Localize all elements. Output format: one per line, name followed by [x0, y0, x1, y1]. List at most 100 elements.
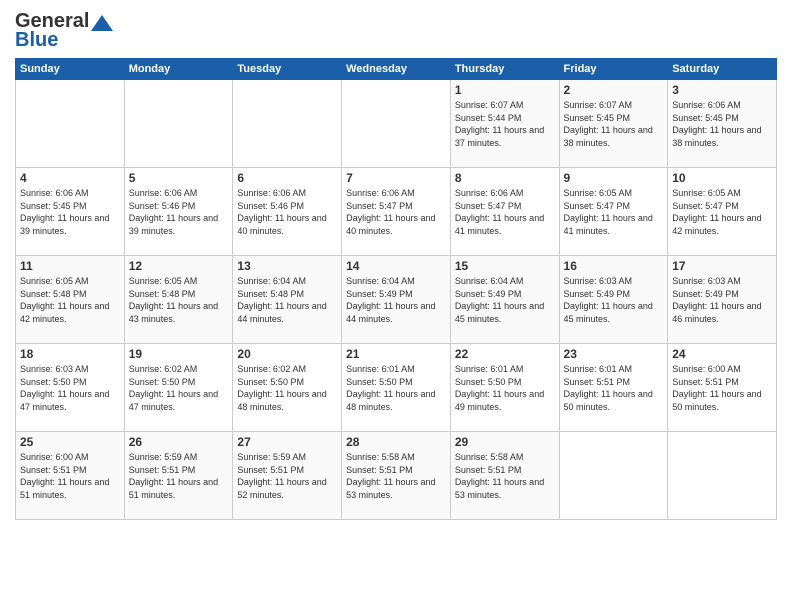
day-number: 13: [237, 259, 337, 273]
day-detail: Sunrise: 6:04 AMSunset: 5:49 PMDaylight:…: [346, 275, 446, 325]
weekday-header: Thursday: [450, 59, 559, 80]
calendar-cell: 12 Sunrise: 6:05 AMSunset: 5:48 PMDayligh…: [124, 256, 233, 344]
day-detail: Sunrise: 6:04 AMSunset: 5:48 PMDaylight:…: [237, 275, 337, 325]
calendar-week-row: 4 Sunrise: 6:06 AMSunset: 5:45 PMDaylight…: [16, 168, 777, 256]
page-header: General Blue: [15, 10, 777, 52]
calendar-cell: 26 Sunrise: 5:59 AMSunset: 5:51 PMDayligh…: [124, 432, 233, 520]
day-number: 1: [455, 83, 555, 97]
day-number: 6: [237, 171, 337, 185]
day-detail: Sunrise: 5:58 AMSunset: 5:51 PMDaylight:…: [455, 451, 555, 501]
calendar-cell: 28 Sunrise: 5:58 AMSunset: 5:51 PMDayligh…: [342, 432, 451, 520]
calendar-cell: [16, 80, 125, 168]
day-detail: Sunrise: 6:06 AMSunset: 5:46 PMDaylight:…: [129, 187, 229, 237]
day-detail: Sunrise: 6:03 AMSunset: 5:49 PMDaylight:…: [564, 275, 664, 325]
weekday-header: Sunday: [16, 59, 125, 80]
calendar-cell: [559, 432, 668, 520]
day-detail: Sunrise: 6:05 AMSunset: 5:47 PMDaylight:…: [672, 187, 772, 237]
calendar-cell: 27 Sunrise: 5:59 AMSunset: 5:51 PMDayligh…: [233, 432, 342, 520]
calendar-cell: 25Sunrise: 6:00 AMSunset: 5:51 PMDayligh…: [16, 432, 125, 520]
calendar-cell: 15Sunrise: 6:04 AMSunset: 5:49 PMDayligh…: [450, 256, 559, 344]
logo: General Blue: [15, 10, 113, 52]
calendar-cell: 17Sunrise: 6:03 AMSunset: 5:49 PMDayligh…: [668, 256, 777, 344]
day-detail: Sunrise: 6:01 AMSunset: 5:51 PMDaylight:…: [564, 363, 664, 413]
day-number: 14: [346, 259, 446, 273]
day-number: 3: [672, 83, 772, 97]
weekday-header: Friday: [559, 59, 668, 80]
weekday-header: Tuesday: [233, 59, 342, 80]
day-detail: Sunrise: 6:01 AMSunset: 5:50 PMDaylight:…: [455, 363, 555, 413]
day-detail: Sunrise: 6:07 AMSunset: 5:45 PMDaylight:…: [564, 99, 664, 149]
calendar-cell: 20 Sunrise: 6:02 AMSunset: 5:50 PMDayligh…: [233, 344, 342, 432]
calendar-cell: 18Sunrise: 6:03 AMSunset: 5:50 PMDayligh…: [16, 344, 125, 432]
day-detail: Sunrise: 5:59 AMSunset: 5:51 PMDaylight:…: [129, 451, 229, 501]
day-detail: Sunrise: 6:05 AMSunset: 5:47 PMDaylight:…: [564, 187, 664, 237]
day-number: 7: [346, 171, 446, 185]
logo-blue: Blue: [15, 29, 58, 52]
calendar-cell: 16 Sunrise: 6:03 AMSunset: 5:49 PMDayligh…: [559, 256, 668, 344]
logo-icon: [91, 15, 113, 31]
day-number: 27: [237, 435, 337, 449]
weekday-header: Saturday: [668, 59, 777, 80]
calendar-cell: 6 Sunrise: 6:06 AMSunset: 5:46 PMDaylight…: [233, 168, 342, 256]
calendar-cell: 29 Sunrise: 5:58 AMSunset: 5:51 PMDayligh…: [450, 432, 559, 520]
calendar-cell: [233, 80, 342, 168]
day-number: 22: [455, 347, 555, 361]
calendar-cell: [342, 80, 451, 168]
day-detail: Sunrise: 6:07 AMSunset: 5:44 PMDaylight:…: [455, 99, 555, 149]
calendar-cell: 8 Sunrise: 6:06 AMSunset: 5:47 PMDaylight…: [450, 168, 559, 256]
calendar-cell: [124, 80, 233, 168]
day-number: 11: [20, 259, 120, 273]
weekday-header: Monday: [124, 59, 233, 80]
day-number: 4: [20, 171, 120, 185]
day-number: 19: [129, 347, 229, 361]
calendar-cell: 13 Sunrise: 6:04 AMSunset: 5:48 PMDayligh…: [233, 256, 342, 344]
day-number: 20: [237, 347, 337, 361]
day-number: 18: [20, 347, 120, 361]
calendar-cell: 11 Sunrise: 6:05 AMSunset: 5:48 PMDayligh…: [16, 256, 125, 344]
day-number: 28: [346, 435, 446, 449]
day-number: 23: [564, 347, 664, 361]
day-number: 2: [564, 83, 664, 97]
calendar-week-row: 1 Sunrise: 6:07 AMSunset: 5:44 PMDaylight…: [16, 80, 777, 168]
calendar-cell: 19 Sunrise: 6:02 AMSunset: 5:50 PMDayligh…: [124, 344, 233, 432]
day-detail: Sunrise: 6:06 AMSunset: 5:47 PMDaylight:…: [455, 187, 555, 237]
day-detail: Sunrise: 6:05 AMSunset: 5:48 PMDaylight:…: [129, 275, 229, 325]
day-detail: Sunrise: 6:02 AMSunset: 5:50 PMDaylight:…: [129, 363, 229, 413]
calendar-cell: 10 Sunrise: 6:05 AMSunset: 5:47 PMDayligh…: [668, 168, 777, 256]
calendar-week-row: 18Sunrise: 6:03 AMSunset: 5:50 PMDayligh…: [16, 344, 777, 432]
calendar-cell: 23 Sunrise: 6:01 AMSunset: 5:51 PMDayligh…: [559, 344, 668, 432]
day-detail: Sunrise: 6:06 AMSunset: 5:46 PMDaylight:…: [237, 187, 337, 237]
day-number: 10: [672, 171, 772, 185]
calendar-table: SundayMondayTuesdayWednesdayThursdayFrid…: [15, 58, 777, 520]
day-detail: Sunrise: 6:06 AMSunset: 5:47 PMDaylight:…: [346, 187, 446, 237]
day-detail: Sunrise: 5:58 AMSunset: 5:51 PMDaylight:…: [346, 451, 446, 501]
day-number: 16: [564, 259, 664, 273]
calendar-cell: 2 Sunrise: 6:07 AMSunset: 5:45 PMDaylight…: [559, 80, 668, 168]
day-detail: Sunrise: 6:03 AMSunset: 5:49 PMDaylight:…: [672, 275, 772, 325]
calendar-cell: 14 Sunrise: 6:04 AMSunset: 5:49 PMDayligh…: [342, 256, 451, 344]
day-detail: Sunrise: 5:59 AMSunset: 5:51 PMDaylight:…: [237, 451, 337, 501]
day-detail: Sunrise: 6:06 AMSunset: 5:45 PMDaylight:…: [20, 187, 120, 237]
calendar-cell: 21Sunrise: 6:01 AMSunset: 5:50 PMDayligh…: [342, 344, 451, 432]
day-number: 26: [129, 435, 229, 449]
day-number: 8: [455, 171, 555, 185]
day-number: 24: [672, 347, 772, 361]
day-number: 9: [564, 171, 664, 185]
day-number: 29: [455, 435, 555, 449]
calendar-cell: [668, 432, 777, 520]
day-number: 5: [129, 171, 229, 185]
calendar-week-row: 25Sunrise: 6:00 AMSunset: 5:51 PMDayligh…: [16, 432, 777, 520]
calendar-cell: 3Sunrise: 6:06 AMSunset: 5:45 PMDaylight…: [668, 80, 777, 168]
day-detail: Sunrise: 6:02 AMSunset: 5:50 PMDaylight:…: [237, 363, 337, 413]
weekday-header: Wednesday: [342, 59, 451, 80]
calendar-cell: 9 Sunrise: 6:05 AMSunset: 5:47 PMDaylight…: [559, 168, 668, 256]
calendar-cell: 4 Sunrise: 6:06 AMSunset: 5:45 PMDaylight…: [16, 168, 125, 256]
day-number: 25: [20, 435, 120, 449]
day-number: 15: [455, 259, 555, 273]
day-number: 12: [129, 259, 229, 273]
calendar-cell: 1 Sunrise: 6:07 AMSunset: 5:44 PMDaylight…: [450, 80, 559, 168]
calendar-week-row: 11 Sunrise: 6:05 AMSunset: 5:48 PMDayligh…: [16, 256, 777, 344]
calendar-cell: 22 Sunrise: 6:01 AMSunset: 5:50 PMDayligh…: [450, 344, 559, 432]
calendar-cell: 5 Sunrise: 6:06 AMSunset: 5:46 PMDaylight…: [124, 168, 233, 256]
day-detail: Sunrise: 6:05 AMSunset: 5:48 PMDaylight:…: [20, 275, 120, 325]
